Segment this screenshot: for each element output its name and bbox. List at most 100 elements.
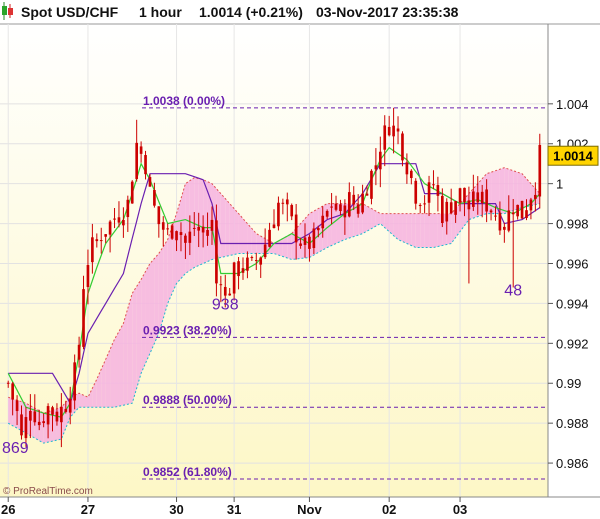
x-tick-label: 26 [1, 502, 15, 517]
candle-body [299, 243, 302, 246]
cloud-segment [367, 206, 372, 232]
cloud-segment [415, 213, 421, 248]
cloud-segment [220, 193, 226, 258]
candle-body [170, 225, 174, 239]
x-tick-label: 03 [453, 502, 467, 517]
candle-body [498, 212, 502, 231]
candle-body [95, 239, 99, 242]
candle-body [290, 205, 294, 217]
candle-body [472, 191, 475, 207]
candle-body [77, 344, 81, 360]
candle-body [157, 206, 161, 225]
candle-body [29, 410, 32, 421]
candle-body [534, 194, 537, 200]
candle-body [82, 289, 85, 347]
candle-body [520, 200, 524, 219]
cloud-segment [229, 203, 235, 256]
x-tick-label: Nov [297, 502, 322, 517]
candle-body [529, 199, 533, 211]
y-tick-label: 0.992 [556, 336, 589, 351]
candle-body [485, 189, 488, 212]
candle-body [219, 284, 223, 286]
candle-body [153, 189, 156, 206]
candle-body [303, 237, 307, 245]
candle-body [55, 411, 59, 422]
cloud-segment [8, 397, 13, 426]
candle-body [272, 224, 276, 229]
cloud-segment [185, 180, 190, 274]
cloud-segment [225, 198, 230, 257]
candle-body [432, 184, 435, 186]
cloud-segment [118, 323, 124, 407]
candle-body [463, 187, 466, 202]
candle-body [37, 421, 41, 426]
candle-body [11, 383, 14, 400]
cloud-segment [234, 208, 239, 255]
candle-body [387, 126, 391, 136]
candle-body [365, 193, 369, 196]
y-tick-label: 0.998 [556, 217, 589, 232]
candle-body [188, 231, 192, 243]
cloud-segment [420, 213, 425, 248]
candle-body [378, 151, 382, 170]
cloud-segment [114, 331, 119, 408]
x-tick-label: 31 [227, 502, 241, 517]
candle-body [436, 185, 440, 196]
candle-body [108, 221, 112, 235]
cloud-segment [508, 169, 514, 213]
candle-body [148, 177, 152, 187]
cloud-segment [375, 211, 381, 227]
timeframe-label: 1 hour [139, 4, 182, 20]
cloud-segment [287, 233, 292, 260]
cloud-segment [194, 177, 199, 268]
candle-body [228, 293, 232, 296]
candle-body [166, 228, 170, 230]
candle-body [246, 257, 249, 271]
candle-body [321, 215, 325, 229]
candle-body [241, 268, 245, 273]
cloud-segment [136, 279, 142, 389]
candle-body [64, 408, 68, 412]
candle-body [396, 128, 400, 132]
candle-body [15, 400, 19, 412]
candle-body [449, 202, 453, 214]
candle-body [20, 414, 23, 436]
candle-body [339, 204, 342, 212]
low-annotation: 938 [212, 296, 239, 313]
candle-body [281, 202, 285, 204]
candle-body [316, 227, 320, 231]
candle-body [312, 228, 316, 249]
y-tick-label: 0.99 [556, 376, 581, 391]
candle-body [161, 222, 165, 230]
cloud-segment [132, 286, 137, 404]
plot-area [0, 24, 548, 497]
cloud-segment [282, 236, 288, 259]
candle-body [42, 421, 45, 424]
candle-body [51, 407, 54, 415]
candle-body [232, 262, 236, 294]
candle-body [215, 220, 218, 284]
candle-body [423, 203, 426, 205]
candle-body [427, 182, 431, 203]
candle-body [356, 204, 360, 214]
candle-body [6, 382, 10, 384]
cloud-segment [145, 263, 150, 364]
candle-body [467, 200, 471, 210]
cloud-segment [398, 213, 403, 242]
candle-body [113, 218, 116, 220]
candle-body [418, 205, 422, 207]
candle-body [480, 191, 484, 204]
candle-body [370, 170, 373, 199]
candle-body [46, 406, 50, 425]
candle-body [91, 237, 94, 263]
candle-body [343, 205, 347, 218]
cloud-segment [242, 218, 248, 254]
candle-body [383, 125, 387, 150]
cloud-segment [499, 167, 505, 214]
cloud-segment [189, 177, 195, 271]
candle-body [139, 146, 143, 154]
candle-body [352, 194, 356, 205]
x-tick-label: 30 [169, 502, 183, 517]
candle-body [277, 202, 280, 227]
cloud-segment [127, 293, 133, 405]
